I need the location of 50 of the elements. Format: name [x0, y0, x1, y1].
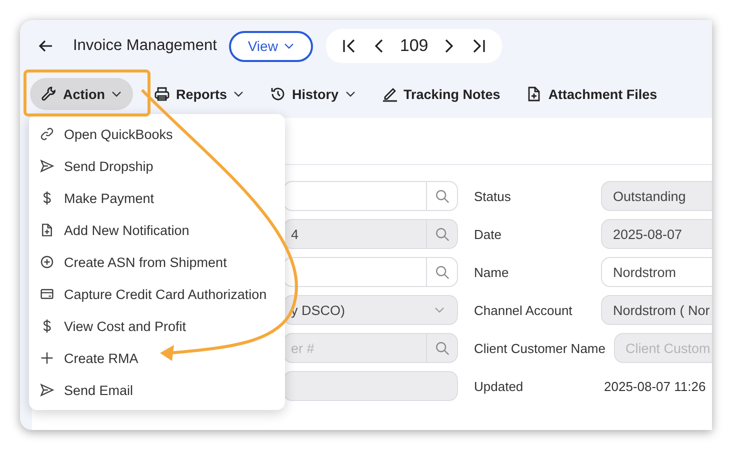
send-icon — [40, 159, 54, 173]
field-label: Status — [474, 188, 512, 204]
file-icon — [526, 86, 542, 102]
window-title: Invoice Management — [73, 37, 217, 55]
menu-item[interactable]: Create RMA — [29, 342, 285, 374]
menu-item[interactable]: View Cost and Profit — [29, 310, 285, 342]
toolbar-button[interactable]: Tracking Notes — [370, 78, 512, 110]
search-field[interactable] — [283, 257, 458, 287]
menu-item[interactable]: Make Payment — [29, 182, 285, 214]
pen-icon — [382, 86, 398, 102]
field-label: Client Customer Name — [474, 340, 606, 356]
search-icon — [434, 340, 450, 356]
card-icon — [40, 287, 54, 301]
field-label: Updated — [474, 378, 524, 394]
menu-item[interactable]: Capture Credit Card Authorization — [29, 278, 285, 310]
printer-icon — [154, 86, 170, 102]
wrench-icon — [41, 86, 57, 102]
link-icon — [40, 127, 54, 141]
search-icon — [434, 264, 450, 280]
view-button[interactable]: View — [228, 30, 313, 62]
chevron-down-icon — [434, 305, 445, 315]
search-field[interactable] — [283, 181, 458, 211]
field-label: Channel Account — [474, 302, 574, 318]
menu-item[interactable]: Send Email — [29, 374, 285, 406]
menu-item[interactable]: Open QuickBooks — [29, 118, 285, 150]
first-page-icon — [342, 38, 356, 54]
clock-icon — [270, 86, 286, 102]
last-page-icon — [472, 38, 486, 54]
field-label: Name — [474, 264, 510, 280]
caret-icon — [233, 89, 244, 99]
search-icon — [434, 226, 450, 242]
caret-icon — [111, 89, 122, 99]
file-icon — [40, 223, 54, 237]
menu-item[interactable]: Add New Notification — [29, 214, 285, 246]
toolbar-button[interactable]: Attachment Files — [515, 78, 668, 110]
send-icon — [40, 383, 54, 397]
caret-icon — [284, 41, 294, 51]
toolbar-button[interactable]: Action — [30, 78, 133, 110]
menu-item[interactable]: Create ASN from Shipment — [29, 246, 285, 278]
plus-circle-icon — [40, 255, 54, 269]
search-icon — [434, 188, 450, 204]
toolbar-button[interactable]: History — [259, 78, 367, 110]
field-value: 2025-08-07 11:26 — [603, 378, 706, 394]
field-label: Date — [474, 226, 502, 242]
caret-icon — [344, 89, 356, 99]
input-field[interactable]: Nordstrom — [601, 257, 712, 287]
plus-icon — [40, 351, 54, 365]
menu-item[interactable]: Send Dropship — [29, 150, 285, 182]
page-number: 109 — [400, 36, 428, 56]
toolbar-button[interactable]: Reports — [143, 78, 256, 110]
